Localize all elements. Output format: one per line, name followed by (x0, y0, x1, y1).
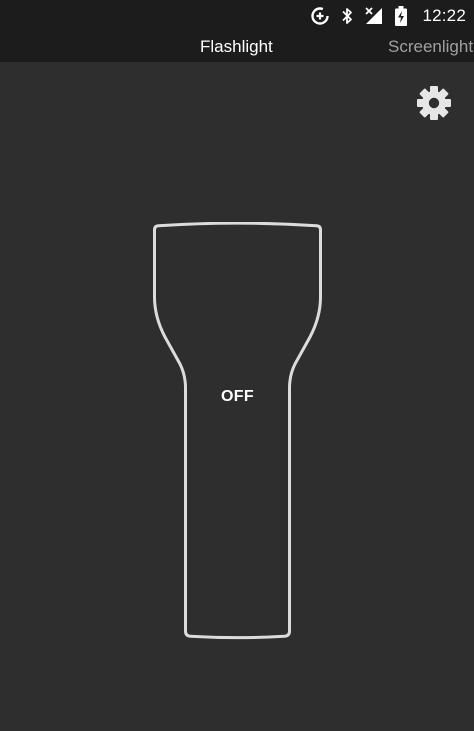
settings-button[interactable] (414, 83, 454, 123)
status-time: 12:22 (422, 6, 466, 25)
screen: 12:22 Flashlight Screenlight OFF (0, 0, 474, 731)
status-icons: 12:22 (310, 0, 466, 32)
bluetooth-icon (340, 6, 354, 26)
no-signal-icon (364, 6, 384, 26)
gear-icon (417, 86, 451, 120)
flashlight-toggle[interactable] (150, 222, 325, 642)
tab-bar: Flashlight Screenlight (0, 32, 474, 62)
flashlight-outline (153, 222, 322, 640)
data-saver-icon (310, 6, 330, 26)
tab-flashlight[interactable]: Flashlight (200, 37, 273, 57)
tab-screenlight[interactable]: Screenlight (388, 37, 473, 57)
flashlight-state-label: OFF (221, 388, 254, 405)
status-bar: 12:22 (0, 0, 474, 32)
battery-charging-icon (394, 5, 408, 27)
